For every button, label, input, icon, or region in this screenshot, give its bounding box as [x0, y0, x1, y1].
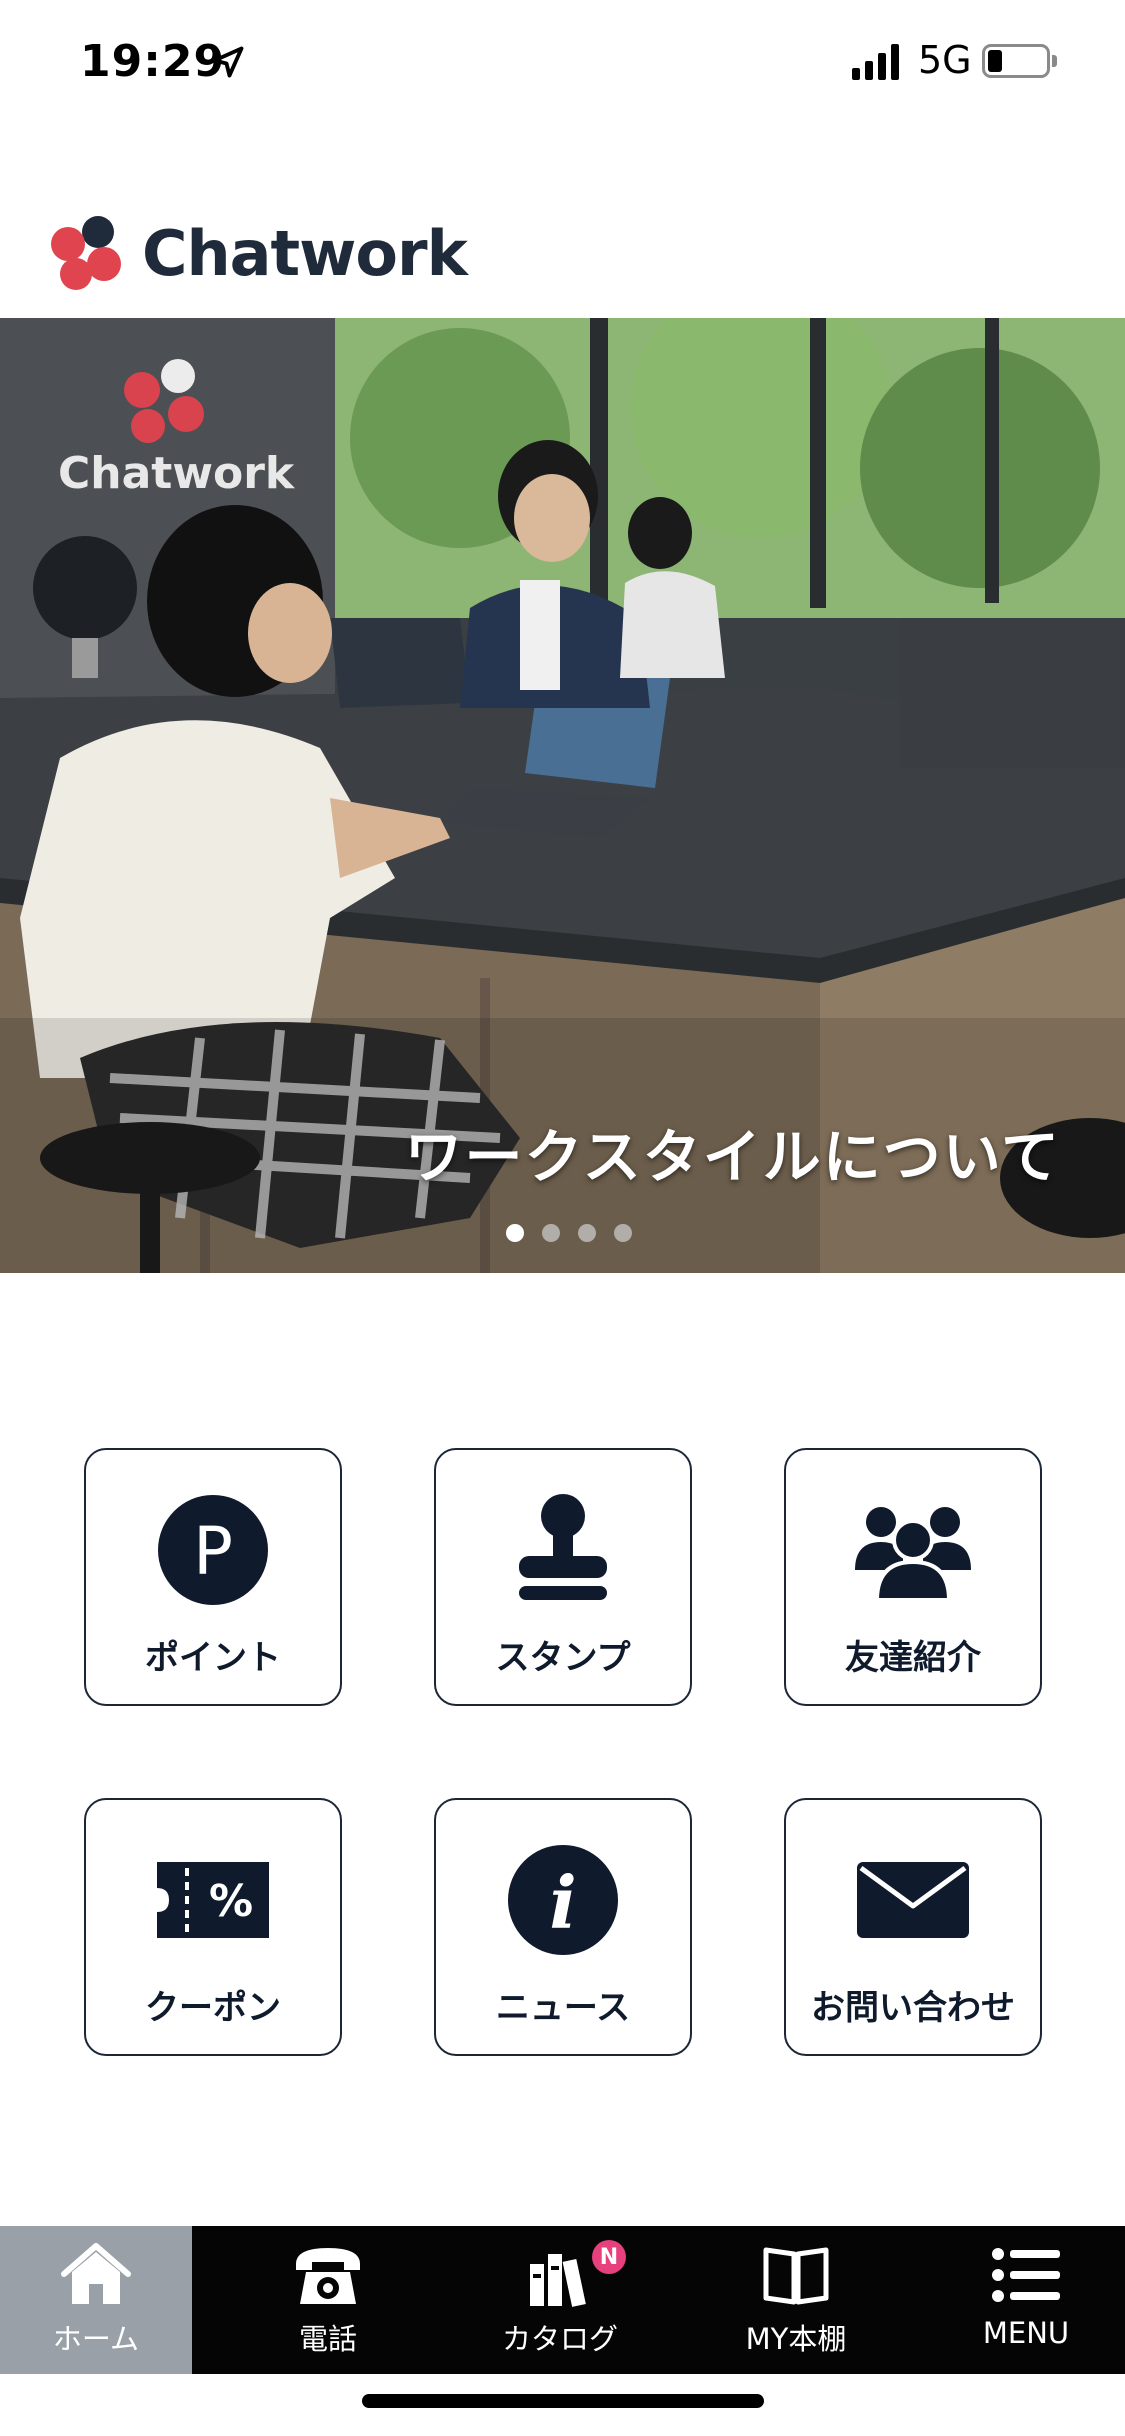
brand-header: Chatwork	[46, 210, 468, 296]
tile-label: スタンプ	[495, 1638, 631, 1678]
friends-icon	[855, 1507, 971, 1600]
hero-sign-text: Chatwork	[58, 448, 296, 499]
tab-phone[interactable]: 電話	[232, 2226, 424, 2374]
info-icon: i	[508, 1845, 618, 1955]
tile-friends[interactable]: 友達紹介	[784, 1448, 1042, 1706]
chatwork-logo-icon	[51, 216, 121, 290]
network-label: 5G	[918, 38, 972, 82]
battery-icon	[982, 44, 1050, 78]
mail-icon	[857, 1862, 969, 1938]
tab-label: ホーム	[52, 2322, 140, 2356]
tab-label: カタログ	[501, 2322, 618, 2356]
tab-menu[interactable]: MENU	[930, 2226, 1122, 2374]
tile-label: お問い合わせ	[811, 1988, 1015, 2028]
phone-icon	[296, 2248, 360, 2304]
svg-text:%: %	[209, 1876, 253, 1927]
menu-icon	[992, 2248, 1060, 2302]
stamp-icon	[519, 1494, 607, 1600]
signal-icon	[852, 44, 899, 80]
catalog-icon	[530, 2254, 586, 2307]
tab-label: 電話	[298, 2322, 357, 2356]
svg-text:P: P	[193, 1513, 233, 1590]
location-arrow-icon	[212, 46, 244, 78]
status-time: 19:29	[80, 36, 226, 87]
tab-label: MENU	[982, 2316, 1070, 2350]
hero-banner[interactable]: Chatwork ワークスタイルについて	[0, 318, 1125, 1273]
tile-label: 友達紹介	[845, 1638, 981, 1678]
tile-label: クーポン	[145, 1988, 281, 2028]
tile-label: ポイント	[145, 1638, 281, 1678]
status-bar: 19:29 5G	[0, 0, 1125, 130]
tab-label: MY本棚	[745, 2322, 847, 2356]
tile-coupon[interactable]: % クーポン	[84, 1798, 342, 2056]
coupon-icon: %	[157, 1862, 269, 1938]
home-icon	[61, 2243, 131, 2304]
brand-name: Chatwork	[142, 216, 468, 290]
tab-my-bookshelf[interactable]: MY本棚	[700, 2226, 892, 2374]
book-icon	[763, 2247, 829, 2305]
tile-point[interactable]: P ポイント	[84, 1448, 342, 1706]
bottom-tab-bar: ホーム 電話 N カタログ MY本棚 MENU	[0, 2226, 1125, 2374]
tile-contact[interactable]: お問い合わせ	[784, 1798, 1042, 2056]
catalog-badge: N	[592, 2240, 626, 2274]
home-indicator[interactable]	[362, 2394, 764, 2408]
tab-home[interactable]: ホーム	[0, 2226, 192, 2374]
carousel-dot[interactable]	[542, 1224, 560, 1242]
point-icon: P	[158, 1495, 268, 1605]
carousel-dot[interactable]	[578, 1224, 596, 1242]
svg-text:i: i	[549, 1860, 576, 1945]
carousel-dot[interactable]	[506, 1224, 524, 1242]
hero-caption: ワークスタイルについて	[404, 1123, 1061, 1191]
carousel-dot[interactable]	[614, 1224, 632, 1242]
tile-label: ニュース	[495, 1988, 631, 2028]
tile-news[interactable]: i ニュース	[434, 1798, 692, 2056]
carousel-dots[interactable]	[506, 1224, 632, 1242]
tile-stamp[interactable]: スタンプ	[434, 1448, 692, 1706]
tab-catalog[interactable]: N カタログ	[464, 2226, 656, 2374]
